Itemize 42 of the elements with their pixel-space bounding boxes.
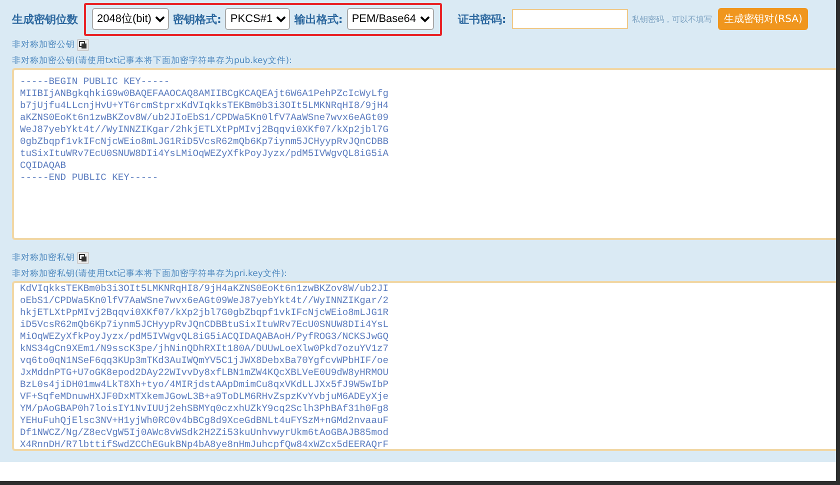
key-text-line: kNS34gCn9XEm1/N9sscK3pe/jhNinQDhRXIt180A/DUUwLoeXlw0Pkd7ozuYV1z7 (20, 343, 390, 355)
private-key-label: 非对称加密私钥(请使用txt记事本将下面加密字符串存为pri.key文件): (12, 268, 288, 281)
key-text-line: KdVIqkksTEKBm0b3i3OIt5LMKNRqHI8/9jH4aKZNS0EoKt6n1zwBKZov8W/ub2JI (20, 283, 390, 295)
key-text-line: hkjETLXtPpMIvj2Bqqvi0XKf07/kXp2jbl7G0gbZbqpf1vkIFcNjcWEio8mLJG1R (20, 307, 390, 319)
key-text-line: iD5VcsR62mQb6Kp7iynm5JCHyypRvJQnCDBBtuSixItuWRv7EcU0SNUW8DIi4YsL (20, 319, 390, 331)
output-format-select[interactable]: PEM/Base64 (346, 8, 434, 30)
password-field[interactable] (512, 9, 628, 29)
key-text-line: VF+SqfeMDnuwHXJF0DxMTXkemJGowL3B+a9ToDLM6RHvZspzKvYvbjuM6ADEyXje (20, 391, 390, 403)
key-text-line: 0gbZbqpf1vkIFcNjcWEio8mLJG1RiD5VcsR62mQb6Kp7iynm5JCHyypRvJQnCDBB (20, 136, 390, 148)
key-text-line: oEbS1/CPDWa5Kn0lfV7AaWSne7wvx6eAGt09WeJ87yebYkt4t//WyINNZIKgar/2 (20, 295, 390, 307)
key-text-line: MIIBIjANBgkqhkiG9w0BAQEFAAOCAQ8AMIIBCgKCAQEAjt6W6A1PehPZcIcWyLfg (20, 88, 390, 100)
key-text-line: WeJ87yebYkt4t//WyINNZIKgar/2hkjETLXtPpMIvj2Bqqvi0XKf07/kXp2jbl7G (20, 124, 390, 136)
key-text-line: YM/pAoGBAP0h7loisIY1NvIUUj2ehSBMYq0czxhUZkY9cq2Sclh3PhBAf31h0Fg8 (20, 403, 390, 415)
key-text-line: BzL0s4jiDH01mw4LkT8Xh+tyo/4MIRjdstAApDmimCu8qxVKdLLJXx5fJ9W5wIbP (20, 379, 390, 391)
key-text-line: vq6to0qN1NSeF6qq3KUp3mTKd3AuIWQmYV5C1jJWX8DebxBa70YgfcvWPbHIF/oe (20, 355, 390, 367)
copy-icon (79, 254, 87, 262)
public-key-title: 非对称加密公钥 (12, 39, 75, 51)
key-text-line: CQIDAQAB (20, 160, 68, 172)
copy-button[interactable] (77, 252, 89, 264)
key-size-label: 生成密钥位数 (12, 12, 78, 26)
private-key-textarea[interactable] (12, 281, 836, 451)
key-text-line: tuSixItuWRv7EcU0SNUW8DIi4YsLMiOqWEZyXfkPoyJyzx/pdM5IVWgvQL8iG5iA (20, 148, 390, 160)
private-key-title: 非对称加密私钥 (12, 252, 75, 264)
copy-icon (79, 41, 87, 49)
public-key-label: 非对称加密公钥(请使用txt记事本将下面加密字符串存为pub.key文件): (12, 54, 293, 68)
output-format-label: 输出格式: (294, 12, 343, 26)
key-text-line: MiOqWEZyXfkPoyJyzx/pdM5IVWgvQL8iG5iACQIDAQABAoH/PyfROG3/NCKSJwGQ (20, 331, 390, 343)
key-text-line: JxMddnPTG+U7oGK8epod2DAy22WIvvDy8xfLBN1mZW4KQcXBLVeE0U9dW8yHRMOU (20, 367, 390, 379)
key-format-label: 密钥格式: (173, 12, 222, 26)
key-text-line: aKZNS0EoKt6n1zwBKZov8W/ub2JIoEbS1/CPDWa5Kn0lfV7AaWSne7wvx6eAGt09 (20, 112, 390, 124)
key-format-select[interactable]: PKCS#1 (225, 8, 290, 30)
key-text-line: YEHuFuhQjElsc3NV+H1yjWh0RC0v4bBCg8d9XceGdBNLt4uFYSzM+nGMd2nvaauF (20, 415, 390, 427)
password-hint: 私钥密码，可以不填写 (632, 14, 712, 24)
key-size-select[interactable]: 2048位(bit) (92, 8, 169, 30)
key-text-line: X4RnnDH/R7lbttifSwdZCChEGukBNp4bA8ye8nHmJuhcpfQw84xWZcx5dEERAQrF (20, 439, 390, 449)
password-label: 证书密码: (458, 12, 506, 26)
key-text-line: Df1NWCZ/Ng/Z8ecVgW5Ij0AWc8vWSdk2H2Zi53kuUnhvwyrUkm6tAoGBAJB85mod (20, 427, 390, 439)
copy-button[interactable] (77, 39, 89, 51)
key-text-line: -----END PUBLIC KEY----- (20, 172, 160, 184)
key-text-line: b7jUjfu4LLcnjHvU+YT6rcmStprxKdVIqkksTEKBm0b3i3OIt5LMKNRqHI8/9jH4 (20, 100, 390, 112)
key-text-line: -----BEGIN PUBLIC KEY----- (20, 76, 171, 88)
public-key-textarea[interactable] (12, 68, 836, 240)
